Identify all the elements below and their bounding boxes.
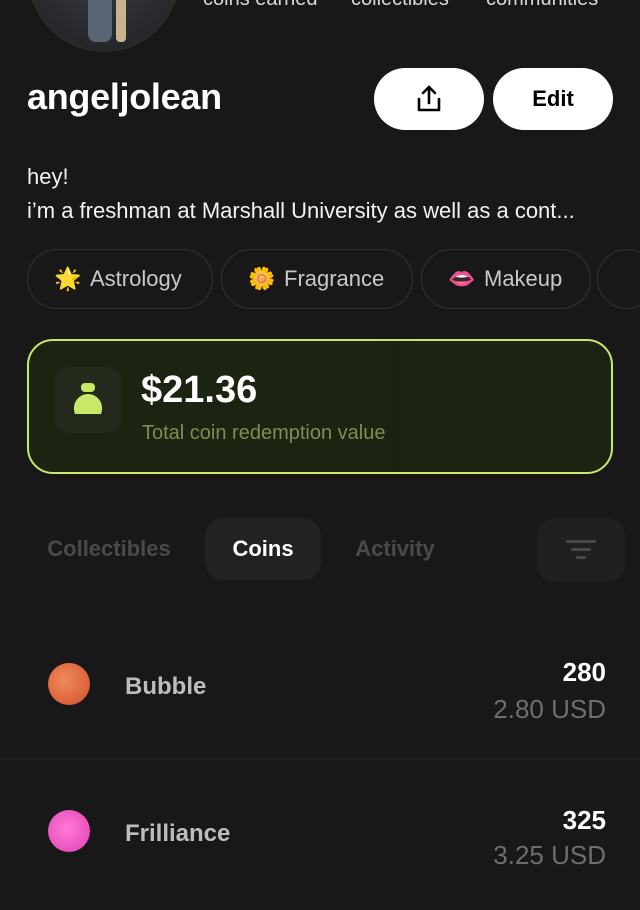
lips-icon: 👄	[448, 266, 476, 291]
filter-icon	[566, 540, 596, 559]
coin-name: Bubble	[125, 673, 207, 700]
bio-line-2: i’m a freshman at Marshall University as…	[27, 198, 575, 223]
coin-balance-label: Total coin redemption value	[142, 422, 386, 444]
interest-label: Fragrance	[284, 266, 385, 291]
money-bag-icon	[55, 367, 121, 433]
coin-balance-card[interactable]: $21.36 Total coin redemption value	[27, 339, 613, 474]
username: angeljolean	[27, 76, 222, 117]
interest-chip-astrology[interactable]: 🌟 Astrology	[27, 249, 213, 309]
coin-count: 280	[562, 657, 606, 687]
tab-activity[interactable]: Activity	[350, 518, 440, 580]
coin-row-frilliance[interactable]: Frilliance 325 3.25 USD	[0, 758, 640, 910]
coin-row-bubble[interactable]: Bubble 280 2.80 USD	[0, 610, 640, 760]
interest-label: Astrology	[90, 266, 182, 291]
edit-profile-button[interactable]: Edit	[493, 68, 613, 130]
interest-label: Makeup	[484, 266, 563, 291]
coin-count: 325	[562, 805, 606, 835]
interest-chip-makeup[interactable]: 👄 Makeup	[421, 249, 591, 309]
tab-collectibles[interactable]: Collectibles	[40, 518, 178, 580]
frilliance-coin-icon	[48, 810, 90, 852]
stat-communities-label: communities	[486, 0, 598, 11]
star-icon: 🌟	[54, 266, 82, 291]
interest-chip-fragrance[interactable]: 🌼 Fragrance	[221, 249, 413, 309]
bubble-coin-icon	[48, 663, 90, 705]
share-upload-icon	[417, 85, 441, 112]
avatar[interactable]	[28, 0, 180, 52]
flower-icon: 🌼	[248, 266, 276, 291]
coin-name: Frilliance	[125, 820, 231, 847]
coin-usd-value: 2.80 USD	[493, 694, 606, 724]
stat-coins-earned-label: coins earned	[203, 0, 318, 11]
filter-button[interactable]	[537, 518, 625, 582]
stat-collectibles-label: collectibles	[351, 0, 449, 11]
coin-balance-amount: $21.36	[141, 369, 258, 411]
interest-chip-more[interactable]	[597, 249, 640, 309]
bio[interactable]: hey! i’m a freshman at Marshall Universi…	[27, 160, 627, 228]
bio-line-1: hey!	[27, 164, 69, 189]
share-button[interactable]	[374, 68, 484, 130]
tab-coins[interactable]: Coins	[205, 518, 321, 580]
